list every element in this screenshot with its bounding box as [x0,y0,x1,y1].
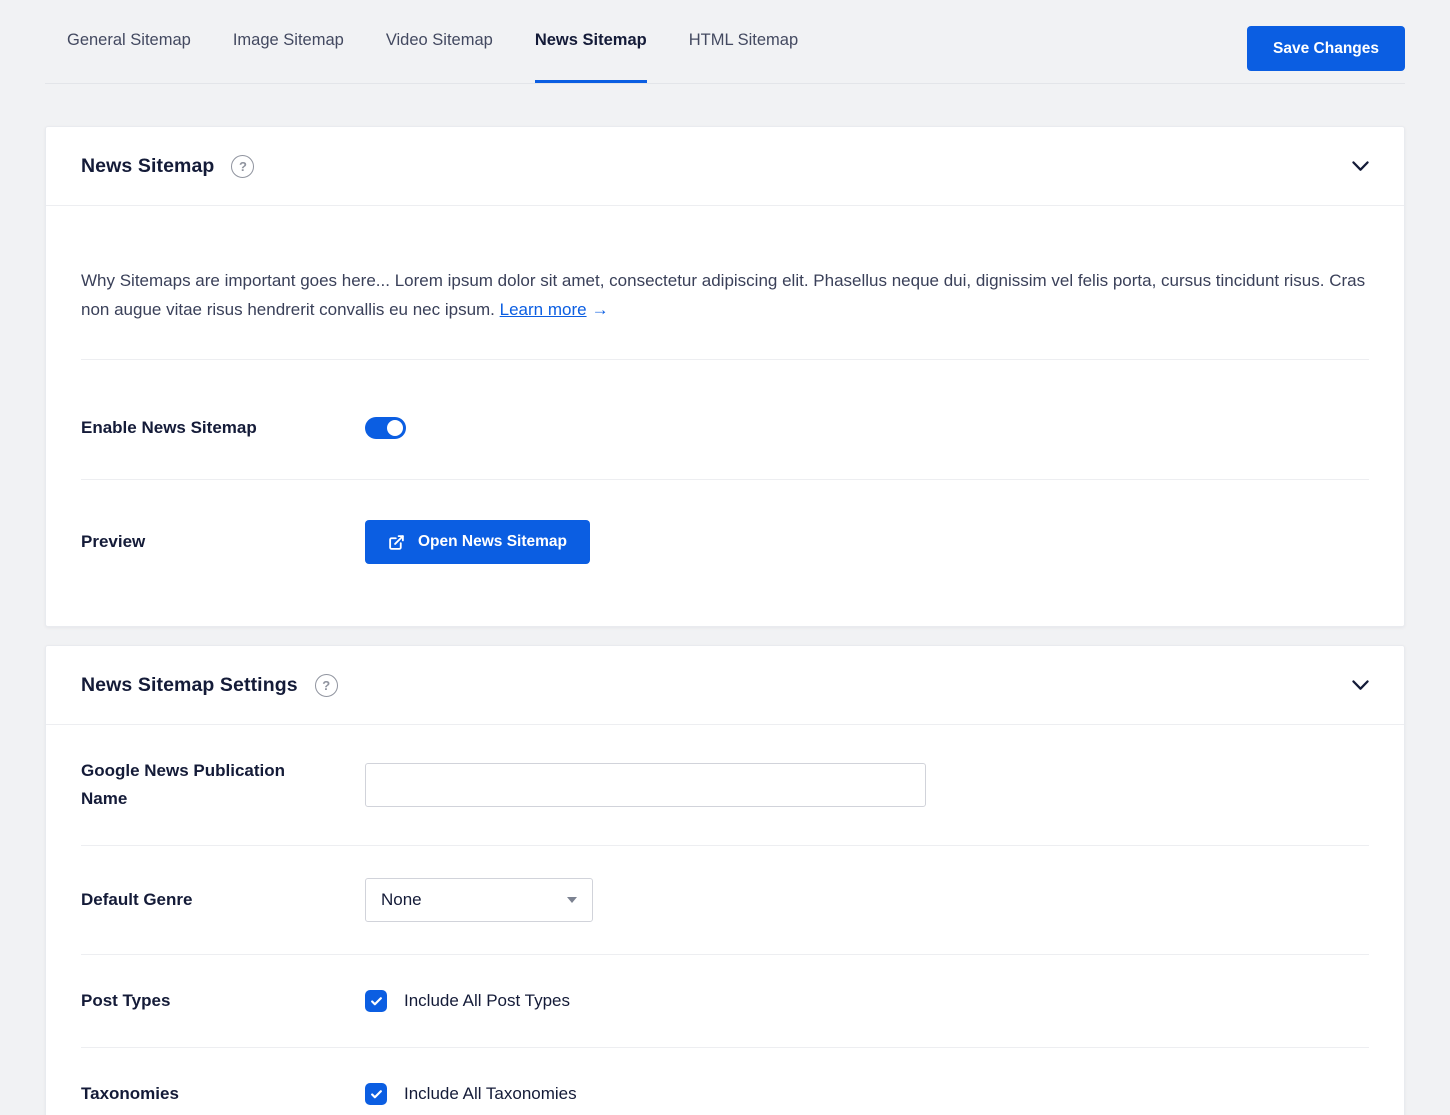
chevron-down-icon[interactable] [1352,680,1369,691]
chevron-down-icon [567,897,577,903]
settings-card-body: Google News Publication Name Default Gen… [46,725,1404,1115]
enable-news-sitemap-toggle[interactable] [365,417,406,439]
tab-news-sitemap[interactable]: News Sitemap [535,0,647,83]
preview-row: Preview Open News Sitemap [81,480,1369,626]
card-title: News Sitemap Settings [81,674,298,697]
check-icon [370,1088,383,1101]
question-circle-icon[interactable]: ? [315,674,338,697]
taxonomies-label: Taxonomies [81,1080,365,1108]
open-news-sitemap-button-label: Open News Sitemap [418,533,567,551]
tab-image-sitemap[interactable]: Image Sitemap [233,0,344,83]
external-link-icon [388,534,405,551]
preview-label: Preview [81,528,365,556]
card-title: News Sitemap [81,155,214,178]
include-all-taxonomies-label[interactable]: Include All Taxonomies [404,1084,577,1104]
sitemap-tabs: General Sitemap Image Sitemap Video Site… [45,0,1405,84]
tab-general-sitemap[interactable]: General Sitemap [67,0,191,83]
default-genre-selected-value: None [381,890,422,910]
tab-html-sitemap[interactable]: HTML Sitemap [689,0,798,83]
arrow-right-icon: → [592,300,609,319]
sitemap-description: Why Sitemaps are important goes here... … [81,223,1369,360]
learn-more-link[interactable]: Learn more [500,300,587,319]
setting-row-post-types: Post Types Include All Post Types [81,955,1369,1048]
news-sitemap-settings-card: News Sitemap Settings ? Google News Publ… [45,645,1405,1115]
publication-name-input[interactable] [365,763,926,807]
default-genre-select[interactable]: None [365,878,593,922]
open-news-sitemap-button[interactable]: Open News Sitemap [365,520,590,564]
setting-row-taxonomies: Taxonomies Include All Taxonomies [81,1048,1369,1115]
news-sitemap-card-header: News Sitemap ? [46,127,1404,206]
enable-news-sitemap-row: Enable News Sitemap [81,377,1369,480]
toggle-knob [387,420,403,436]
include-all-post-types-label[interactable]: Include All Post Types [404,991,570,1011]
publication-name-label: Google News Publication Name [81,757,365,813]
page-container: General Sitemap Image Sitemap Video Site… [0,0,1450,1115]
settings-card-header: News Sitemap Settings ? [46,646,1404,725]
check-icon [370,995,383,1008]
enable-news-sitemap-label: Enable News Sitemap [81,414,365,442]
post-types-label: Post Types [81,987,365,1015]
news-sitemap-card-body: Why Sitemaps are important goes here... … [46,223,1404,626]
default-genre-label: Default Genre [81,886,365,914]
tab-video-sitemap[interactable]: Video Sitemap [386,0,493,83]
question-circle-icon[interactable]: ? [231,155,254,178]
include-all-post-types-checkbox[interactable] [365,990,387,1012]
news-sitemap-card: News Sitemap ? Why Sitemaps are importan… [45,126,1405,627]
setting-row-publication-name: Google News Publication Name [81,725,1369,846]
chevron-down-icon[interactable] [1352,161,1369,172]
setting-row-default-genre: Default Genre None [81,846,1369,955]
save-changes-button[interactable]: Save Changes [1247,26,1405,71]
include-all-taxonomies-checkbox[interactable] [365,1083,387,1105]
description-text: Why Sitemaps are important goes here... … [81,271,1365,319]
